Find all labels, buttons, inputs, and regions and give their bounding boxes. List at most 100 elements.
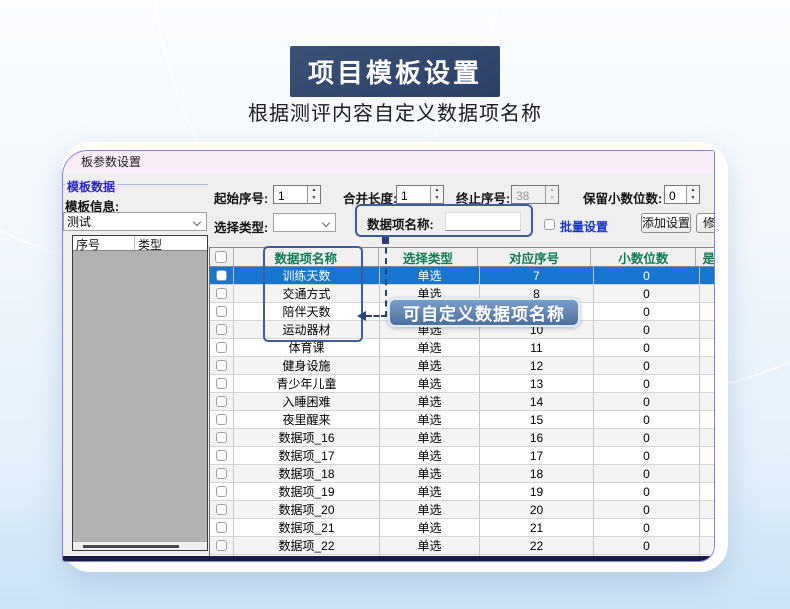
end-seq-value: 38 [512,186,545,203]
row-checkbox[interactable] [216,450,227,461]
cell-seq: 11 [480,339,594,356]
list-body[interactable] [73,251,207,541]
row-checkbox-cell [210,339,234,356]
window-titlebar[interactable]: 板参数设置 [63,151,714,173]
cell-decimal: 0 [594,321,700,338]
cell-select-type: 单选 [380,375,480,392]
start-seq-value: 1 [274,186,307,203]
row-checkbox[interactable] [216,468,227,479]
table-row[interactable]: 数据项_20单选200 [210,501,715,519]
template-select[interactable]: 测试 [63,212,207,231]
merge-length-spinner[interactable]: 1 ▲▼ [396,185,444,204]
table-row[interactable]: 青少年儿童单选130 [210,375,715,393]
spin-up-button[interactable]: ▲ [687,186,699,195]
cell-seq: 20 [480,501,594,518]
page-subtitle: 根据测评内容自定义数据项名称 [0,97,790,126]
row-checkbox-cell [210,285,234,302]
cell-decimal: 0 [594,465,700,482]
cell-item-name: 体育课 [234,339,380,356]
spin-down-button[interactable]: ▼ [308,195,320,204]
table-row[interactable]: 数据项_18单选180 [210,465,715,483]
cell-seq: 15 [480,411,594,428]
cell-extra [700,357,715,374]
cell-decimal: 0 [594,429,700,446]
callout-text: 可自定义数据项名称 [403,300,565,325]
cell-item-name: 数据项_20 [234,501,380,518]
cell-select-type: 单选 [380,537,480,554]
row-checkbox-cell [210,411,234,428]
table-row[interactable]: 健身设施单选120 [210,357,715,375]
cell-extra [700,537,715,554]
row-checkbox-cell [210,537,234,554]
table-row[interactable]: 夜里醒来单选150 [210,411,715,429]
row-checkbox[interactable] [216,414,227,425]
list-hscrollbar[interactable] [73,541,207,550]
cell-item-name: 入睡困难 [234,393,380,410]
row-checkbox[interactable] [216,342,227,353]
row-checkbox[interactable] [216,378,227,389]
settings-window: 板参数设置 模板数据 模板信息: 测试 序号 类型 起始序号: 1 ▲▼ 合并长… [62,150,715,562]
page-title: 项目模板设置 [308,58,482,88]
list-header-seq[interactable]: 序号 [73,236,135,250]
row-checkbox[interactable] [216,504,227,515]
select-all-checkbox[interactable] [215,251,227,263]
table-row[interactable]: 入睡困难单选140 [210,393,715,411]
cell-seq: 22 [480,537,594,554]
row-checkbox[interactable] [216,486,227,497]
item-name-input[interactable] [445,212,521,231]
row-checkbox-cell [210,501,234,518]
cell-item-name: 数据项_22 [234,537,380,554]
cell-item-name: 数据项_16 [234,429,380,446]
cell-item-name: 运动器材 [234,321,380,338]
spin-up-button[interactable]: ▲ [431,186,443,195]
batch-checkbox[interactable] [544,219,555,230]
table-row[interactable]: 数据项_22单选220 [210,537,715,555]
row-checkbox[interactable] [216,324,227,335]
row-checkbox-cell [210,375,234,392]
template-data-group-label: 模板数据 [65,178,117,195]
row-checkbox[interactable] [216,306,227,317]
cell-seq: 13 [480,375,594,392]
list-header-type[interactable]: 类型 [135,236,207,250]
row-checkbox[interactable] [216,396,227,407]
spin-down-button[interactable]: ▼ [431,195,443,204]
row-checkbox[interactable] [216,540,227,551]
row-checkbox[interactable] [216,360,227,371]
table-row[interactable]: 数据项_17单选170 [210,447,715,465]
merge-length-value: 1 [397,186,430,203]
select-type-label: 选择类型: [214,217,268,236]
start-seq-spinner[interactable]: 1 ▲▼ [273,185,321,204]
window-bottom-edge [63,556,714,561]
scrollbar-thumb[interactable] [83,545,179,548]
cell-decimal: 0 [594,411,700,428]
row-checkbox[interactable] [216,270,227,281]
row-checkbox[interactable] [216,432,227,443]
table-row[interactable]: 体育课单选110 [210,339,715,357]
table-row[interactable]: 数据项_19单选190 [210,483,715,501]
table-row[interactable]: 数据项_21单选210 [210,519,715,537]
connector-arrow-icon [357,311,366,321]
col-header-seq[interactable]: 对应序号 [478,248,591,266]
spin-down-button[interactable]: ▼ [687,195,699,204]
select-type-combo[interactable] [273,213,336,232]
cell-item-name: 健身设施 [234,357,380,374]
col-header-extra[interactable]: 是 [696,248,715,266]
row-checkbox-cell [210,465,234,482]
table-row[interactable]: 数据项_16单选160 [210,429,715,447]
spin-up-button[interactable]: ▲ [308,186,320,195]
cell-seq: 16 [480,429,594,446]
cell-decimal: 0 [594,357,700,374]
add-settings-button[interactable]: 添加设置 [641,213,691,233]
col-header-item-name[interactable]: 数据项名称 [234,248,379,266]
row-checkbox[interactable] [216,522,227,533]
row-checkbox[interactable] [216,288,227,299]
seq-type-list: 序号 类型 [72,235,208,551]
connector-dashed-vertical [385,237,387,317]
cell-seq: 21 [480,519,594,536]
decimal-places-spinner[interactable]: 0 ▲▼ [664,185,700,204]
table-row[interactable]: 训练天数单选70 [210,267,715,285]
modify-button[interactable]: 修改 [696,213,715,233]
col-header-decimal[interactable]: 小数位数 [591,248,696,266]
col-header-select-type[interactable]: 选择类型 [379,248,478,266]
cell-decimal: 0 [594,267,700,284]
